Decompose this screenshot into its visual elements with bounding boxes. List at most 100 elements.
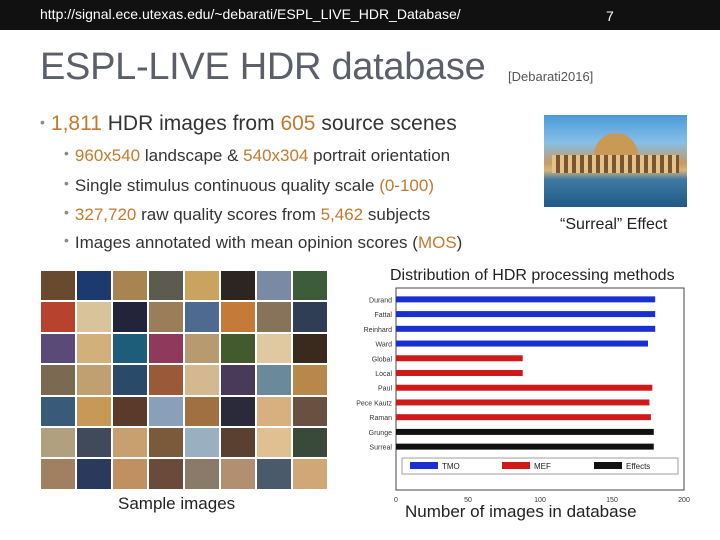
sub-bullet-resolution: • 960x540 landscape & 540x304 portrait or… <box>64 145 451 166</box>
sub-text: Single stimulus continuous quality scale <box>74 176 380 195</box>
hdr-methods-bar-chart: Durand Fattal Reinhard Ward Global Local Paul P… <box>356 287 690 502</box>
sample-image-tile <box>112 270 148 302</box>
top-bar: http://signal.ece.utexas.edu/~debarati/E… <box>0 0 720 30</box>
x-axis-caption: Number of images in database <box>405 502 637 521</box>
sample-image-tile <box>220 395 256 427</box>
bar <box>396 384 653 391</box>
sub-text: subjects <box>363 205 431 224</box>
category-label: Fattal <box>374 312 392 319</box>
sample-image-tile <box>40 301 76 333</box>
sample-image-tile <box>256 301 292 333</box>
sub-text: landscape & <box>140 146 244 165</box>
legend-label: TMO <box>442 462 460 471</box>
bullet-dot-icon: • <box>64 175 69 191</box>
category-label: Ward <box>376 342 393 349</box>
sample-image-tile <box>112 395 148 427</box>
sample-image-tile <box>292 301 328 333</box>
sample-image-tile <box>112 364 148 396</box>
sample-image-tile <box>40 395 76 427</box>
bar <box>396 428 654 435</box>
bullet-text-end: source scenes <box>315 112 457 135</box>
bar <box>396 325 656 332</box>
sample-images-grid <box>40 270 328 490</box>
sample-image-tile <box>112 332 148 365</box>
sub-bullet-scale: • Single stimulus continuous quality scal… <box>64 175 434 196</box>
sample-image-tile <box>292 426 328 459</box>
category-label: Durand <box>369 297 392 304</box>
bar <box>396 311 656 318</box>
sample-image-tile <box>148 395 184 427</box>
bar <box>396 399 650 406</box>
x-tick-label: 0 <box>394 497 398 502</box>
sample-image-tile <box>40 270 76 302</box>
sample-image-tile <box>256 426 292 459</box>
sample-image-tile <box>184 364 220 396</box>
sample-image-tile <box>148 364 184 396</box>
main-bullet: • 1,811 HDR images from 605 source scenes <box>40 112 457 136</box>
slide-title: ESPL-LIVE HDR database <box>40 46 486 88</box>
legend-swatch <box>410 462 438 469</box>
category-label: Pece Kautz <box>356 400 392 407</box>
sample-image-tile <box>76 364 112 396</box>
bar <box>396 414 651 421</box>
sample-image-tile <box>220 332 256 365</box>
bullet-dot-icon: • <box>64 145 69 161</box>
bar <box>396 340 648 347</box>
sample-image-tile <box>256 395 292 427</box>
sample-image-tile <box>40 364 76 396</box>
sample-image-tile <box>292 364 328 396</box>
bullet-dot-icon: • <box>64 232 69 248</box>
landscape-res: 960x540 <box>74 146 141 165</box>
source-url[interactable]: http://signal.ece.utexas.edu/~debarati/E… <box>40 6 461 22</box>
sub-bullet-scores: • 327,720 raw quality scores from 5,462 s… <box>64 204 431 225</box>
category-label: Grunge <box>369 430 392 437</box>
sample-image-tile <box>148 301 184 333</box>
sub-text: ) <box>456 233 463 252</box>
mos-label: MOS <box>417 233 457 252</box>
x-tick-label: 200 <box>678 497 690 502</box>
scale-range: (0-100) <box>379 176 434 195</box>
sample-image-tile <box>148 332 184 365</box>
sample-image-tile <box>256 458 292 490</box>
legend-swatch <box>502 462 530 469</box>
sample-image-tile <box>256 332 292 365</box>
sample-image-tile <box>220 458 256 490</box>
sample-image-tile <box>76 458 112 490</box>
sub-text: raw quality scores from <box>136 205 321 224</box>
subject-count: 5,462 <box>320 205 364 224</box>
category-label: Reinhard <box>364 327 393 334</box>
category-label: Surreal <box>369 445 392 452</box>
sample-image-tile <box>292 395 328 427</box>
citation: [Debarati2016] <box>508 69 594 84</box>
sample-image-tile <box>112 458 148 490</box>
sub-text: portrait orientation <box>308 146 451 165</box>
sample-image-tile <box>184 395 220 427</box>
sample-image-tile <box>220 301 256 333</box>
scene-count: 605 <box>280 112 316 135</box>
page-number: 7 <box>606 8 614 24</box>
sample-image-tile <box>184 332 220 365</box>
sample-image-tile <box>292 458 328 490</box>
sample-image-tile <box>76 270 112 302</box>
sample-image-tile <box>148 458 184 490</box>
sample-image-tile <box>220 270 256 302</box>
legend-label: Effects <box>626 462 650 471</box>
sample-image-tile <box>112 426 148 459</box>
bullet-text: HDR images from <box>101 112 281 135</box>
sample-image-tile <box>184 270 220 302</box>
sub-text: Images annotated with mean opinion score… <box>74 233 418 252</box>
sample-image-tile <box>292 332 328 365</box>
sample-image-tile <box>184 458 220 490</box>
sample-image-tile <box>76 332 112 365</box>
sample-image-tile <box>184 426 220 459</box>
bullet-dot-icon: • <box>40 114 45 130</box>
image-count: 1,811 <box>50 112 102 135</box>
palace-colonnade <box>552 155 679 173</box>
bullet-dot-icon: • <box>64 204 69 220</box>
bar <box>396 296 656 303</box>
bar <box>396 370 523 376</box>
bar <box>396 355 523 362</box>
legend-swatch <box>594 462 622 469</box>
sample-images-caption: Sample images <box>118 494 236 513</box>
score-count: 327,720 <box>74 205 137 224</box>
